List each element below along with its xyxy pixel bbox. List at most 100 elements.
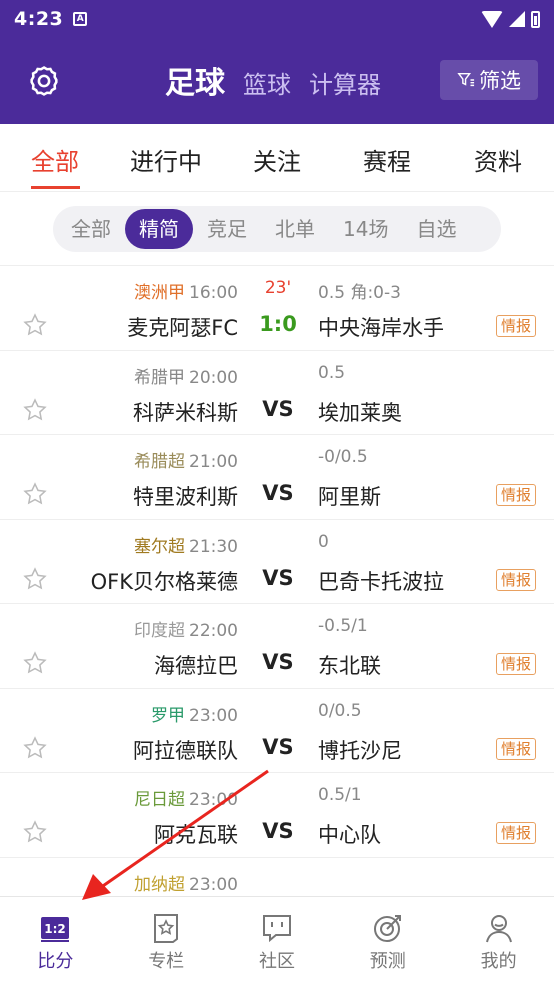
- odds-line: 0/0.5: [318, 700, 362, 721]
- league-info: 澳洲甲 16:00: [134, 278, 238, 303]
- follow-star-icon[interactable]: [22, 819, 48, 845]
- away-team: 中央海岸水手: [318, 316, 444, 340]
- top-bar: 4:23 A 足球 篮球 计算器 筛选: [0, 0, 554, 124]
- intel-badge[interactable]: 情报: [495, 568, 536, 591]
- kickoff-time: 22:00: [189, 621, 238, 641]
- tab-football[interactable]: 足球: [165, 58, 225, 102]
- status-time: 4:23: [14, 8, 64, 30]
- tab-basketball[interactable]: 篮球: [243, 65, 291, 100]
- filter-button[interactable]: 筛选: [440, 60, 538, 100]
- match-row[interactable]: 希腊甲 20:00 0.5 科萨米科斯 VS 埃加莱奥: [0, 351, 554, 435]
- kickoff-time: 21:00: [189, 452, 238, 472]
- filter-label: 筛选: [479, 69, 521, 93]
- odds-line: -0/0.5: [318, 447, 368, 467]
- wifi-icon: [481, 10, 503, 28]
- tab-info[interactable]: 资料: [474, 142, 522, 177]
- nav-prediction[interactable]: 预测: [332, 897, 443, 984]
- follow-star-icon[interactable]: [22, 397, 48, 423]
- away-team: 阿里斯: [318, 485, 381, 509]
- league-name: 加纳超: [134, 874, 185, 895]
- chip-simplified[interactable]: 精简: [125, 208, 193, 249]
- league-info: 印度超 22:00: [134, 616, 238, 641]
- score: VS: [262, 396, 294, 421]
- settings-gear-icon[interactable]: [27, 64, 61, 98]
- filter-chips: 全部 精简 竞足 北单 14场 自选: [53, 205, 501, 252]
- tab-all[interactable]: 全部: [31, 142, 79, 177]
- league-info: 希腊超 21:00: [134, 447, 238, 472]
- league-info: 希腊甲 20:00: [134, 363, 238, 388]
- follow-star-icon[interactable]: [22, 650, 48, 676]
- away-team: 东北联: [318, 654, 381, 678]
- chip-beidan[interactable]: 北单: [261, 209, 329, 249]
- match-row[interactable]: 塞尔超 21:30 0 OFK贝尔格莱德 VS 巴奇卡托波拉 情报: [0, 520, 554, 604]
- intel-badge[interactable]: 情报: [495, 822, 536, 844]
- odds-line: -0.5/1: [318, 616, 368, 636]
- app-screen: 4:23 A 足球 篮球 计算器 筛选 全部 进行中 关注 赛程 资料 全部 精…: [0, 0, 554, 984]
- follow-star-icon[interactable]: [22, 312, 48, 338]
- kickoff-time: 23:00: [189, 790, 238, 810]
- nav-community[interactable]: 社区: [222, 897, 333, 984]
- nav-score-label: 比分: [37, 951, 74, 972]
- league-info: 加纳超 23:00: [134, 870, 238, 895]
- nav-column[interactable]: 专栏: [111, 897, 222, 984]
- away-team: 埃加莱奥: [318, 400, 402, 425]
- league-name: 希腊甲: [134, 367, 185, 388]
- home-team: 特里波利斯: [133, 485, 238, 509]
- kickoff-time: 21:30: [189, 536, 238, 557]
- tab-calculator[interactable]: 计算器: [309, 65, 381, 100]
- score: VS: [262, 481, 294, 505]
- notification-a-icon: A: [73, 12, 88, 26]
- intel-badge[interactable]: 情报: [495, 315, 536, 337]
- follow-star-icon[interactable]: [22, 735, 48, 761]
- intel-badge[interactable]: 情报: [495, 653, 536, 675]
- community-chat-icon: [262, 915, 291, 943]
- bottom-nav: 1:2 比分 专栏 社区 预测 我的: [0, 896, 554, 984]
- tab-schedule[interactable]: 赛程: [363, 142, 411, 177]
- score: VS: [262, 734, 294, 759]
- match-minute: 23': [264, 278, 292, 298]
- match-row[interactable]: 尼日超 23:00 0.5/1 阿克瓦联 VS 中心队 情报: [0, 773, 554, 858]
- match-row[interactable]: 希腊超 21:00 -0/0.5 特里波利斯 VS 阿里斯 情报: [0, 435, 554, 520]
- filter-chip-row: 全部 精简 竞足 北单 14场 自选: [0, 192, 554, 266]
- chip-jingzu[interactable]: 竞足: [193, 209, 261, 249]
- match-row[interactable]: 罗甲 23:00 0/0.5 阿拉德联队 VS 博托沙尼 情报: [0, 689, 554, 773]
- score: 1:0: [259, 312, 297, 336]
- filter-funnel-icon: [457, 72, 475, 87]
- chip-14-matches[interactable]: 14场: [329, 209, 402, 249]
- tab-live[interactable]: 进行中: [130, 142, 202, 177]
- status-icons: [481, 10, 540, 28]
- away-team: 中心队: [318, 823, 381, 847]
- league-name: 印度超: [134, 621, 185, 641]
- intel-badge[interactable]: 情报: [495, 737, 536, 760]
- league-info: 塞尔超 21:30: [134, 532, 238, 557]
- category-tabs: 全部 进行中 关注 赛程 资料: [0, 124, 554, 192]
- away-team: 博托沙尼: [318, 738, 402, 763]
- nav-profile-label: 我的: [480, 951, 517, 972]
- svg-text:1:2: 1:2: [45, 922, 67, 936]
- kickoff-time: 23:00: [189, 874, 238, 895]
- match-row[interactable]: 印度超 22:00 -0.5/1 海德拉巴 VS 东北联 情报: [0, 604, 554, 689]
- nav-community-label: 社区: [258, 951, 295, 972]
- home-team: 阿克瓦联: [154, 823, 238, 847]
- odds-line: 0.5/1: [318, 785, 362, 805]
- follow-star-icon[interactable]: [22, 481, 48, 507]
- intel-badge[interactable]: 情报: [495, 484, 536, 506]
- nav-column-label: 专栏: [148, 951, 185, 972]
- sport-switcher: 足球 篮球 计算器: [165, 58, 381, 102]
- home-team: OFK贝尔格莱德: [90, 569, 238, 594]
- league-info: 尼日超 23:00: [134, 785, 238, 810]
- score-board-icon: 1:2: [41, 917, 70, 942]
- match-row[interactable]: 澳洲甲 16:00 23' 0.5 角:0-3 麦克阿瑟FC 1:0 中央海岸水手…: [0, 266, 554, 351]
- odds-line: 0: [318, 531, 329, 552]
- chip-all[interactable]: 全部: [57, 209, 125, 249]
- follow-star-icon[interactable]: [22, 566, 48, 592]
- match-list: 澳洲甲 16:00 23' 0.5 角:0-3 麦克阿瑟FC 1:0 中央海岸水手…: [0, 266, 554, 942]
- active-tab-indicator: [31, 186, 80, 189]
- league-name: 塞尔超: [134, 536, 185, 557]
- nav-score[interactable]: 1:2 比分: [0, 897, 111, 984]
- chip-custom[interactable]: 自选: [402, 209, 470, 249]
- home-team: 科萨米科斯: [133, 400, 238, 425]
- nav-profile[interactable]: 我的: [443, 897, 554, 984]
- kickoff-time: 20:00: [189, 367, 238, 388]
- tab-followed[interactable]: 关注: [253, 142, 301, 177]
